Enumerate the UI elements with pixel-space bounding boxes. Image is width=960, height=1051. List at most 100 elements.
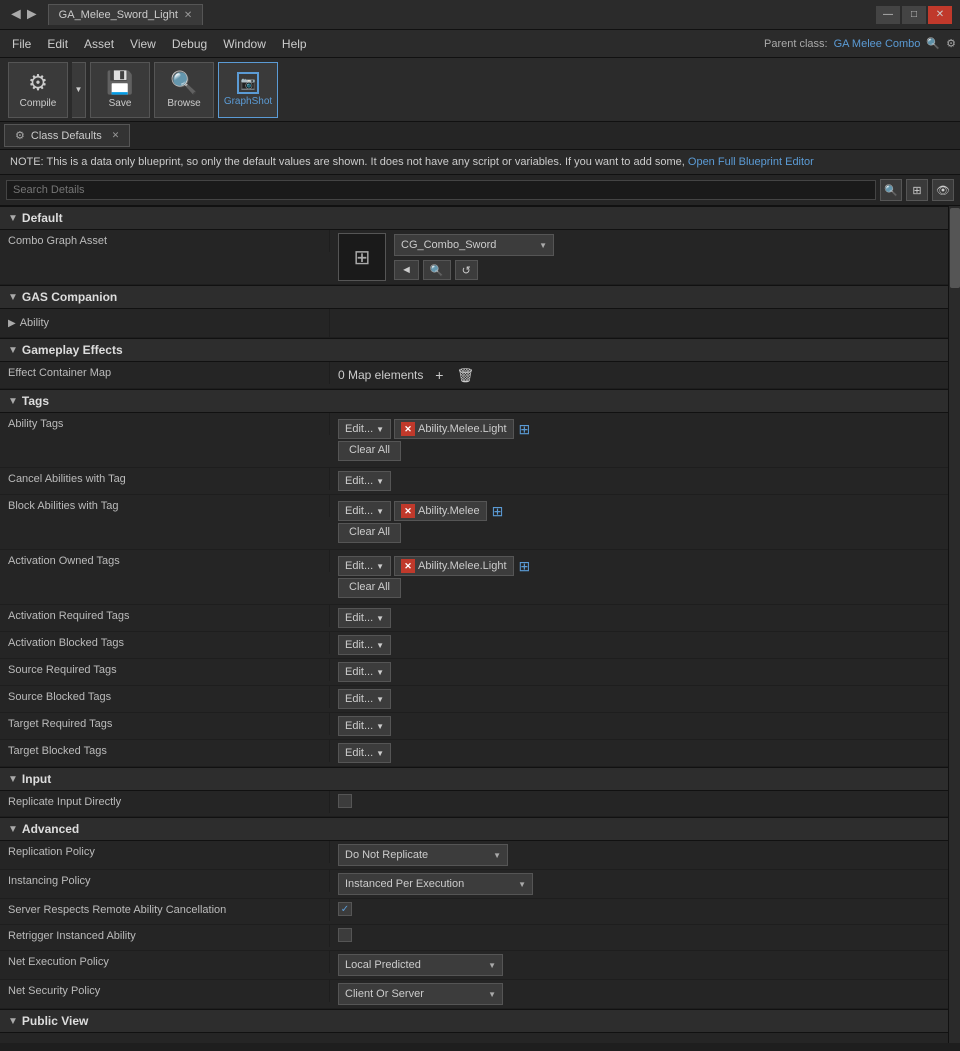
- activation-owned-line1: Edit... ▼ ✕ Ability.Melee.Light ⊞: [338, 556, 530, 576]
- instancing-policy-value: Instanced Per Execution ▼: [330, 870, 948, 898]
- ability-tag-remove-button[interactable]: ✕: [401, 422, 415, 436]
- asset-controls: CG_Combo_Sword ▼ ◄ 🔍 ↺: [394, 234, 554, 280]
- target-required-label: Target Required Tags: [0, 713, 330, 735]
- activation-owned-clear-button[interactable]: Clear All: [338, 578, 401, 598]
- activation-owned-edit-button[interactable]: Edit... ▼: [338, 556, 391, 576]
- graphshot-button[interactable]: 📷 GraphShot: [218, 62, 278, 118]
- server-respects-checkbox[interactable]: [338, 902, 352, 916]
- section-input[interactable]: ▼ Input: [0, 767, 948, 791]
- block-abilities-group: Edit... ▼ ✕ Ability.Melee ⊞ Clear All: [338, 498, 503, 546]
- combo-graph-value: CG_Combo_Sword: [401, 239, 496, 251]
- source-required-edit-label: Edit...: [345, 666, 373, 678]
- combo-graph-dropdown[interactable]: CG_Combo_Sword ▼: [394, 234, 554, 256]
- section-tags[interactable]: ▼ Tags: [0, 389, 948, 413]
- block-ability-tag-remove-button[interactable]: ✕: [401, 504, 415, 518]
- ability-expand-icon[interactable]: ▶: [8, 318, 16, 329]
- prop-source-blocked: Source Blocked Tags Edit... ▼: [0, 686, 948, 713]
- asset-reset-button[interactable]: ↺: [455, 260, 478, 280]
- asset-browse-button[interactable]: 🔍: [423, 260, 451, 280]
- section-gas-companion[interactable]: ▼ GAS Companion: [0, 285, 948, 309]
- cancel-abilities-edit-button[interactable]: Edit... ▼: [338, 471, 391, 491]
- search-submit-button[interactable]: 🔍: [880, 179, 902, 201]
- activation-required-edit-button[interactable]: Edit... ▼: [338, 608, 391, 628]
- open-blueprint-link[interactable]: Open Full Blueprint Editor: [688, 156, 814, 168]
- view-options-button[interactable]: ⊞: [906, 179, 928, 201]
- section-default[interactable]: ▼ Default: [0, 206, 948, 230]
- ability-tags-edit-button[interactable]: Edit... ▼: [338, 419, 391, 439]
- title-tab[interactable]: GA_Melee_Sword_Light ✕: [48, 4, 204, 25]
- prop-retrigger: Retrigger Instanced Ability: [0, 925, 948, 951]
- minimize-button[interactable]: —: [876, 6, 900, 24]
- effect-container-label: Effect Container Map: [0, 362, 330, 384]
- ability-row: ▶ Ability: [8, 314, 321, 332]
- net-execution-arrow-icon: ▼: [488, 961, 496, 970]
- search-icon[interactable]: 🔍: [926, 37, 940, 50]
- target-blocked-value: Edit... ▼: [330, 740, 948, 766]
- combo-graph-asset-value: ⊞ CG_Combo_Sword ▼ ◄ 🔍 ↺: [330, 230, 948, 284]
- menu-asset[interactable]: Asset: [76, 33, 122, 55]
- section-tags-arrow: ▼: [8, 396, 18, 407]
- save-button[interactable]: 💾 Save: [90, 62, 150, 118]
- browse-button[interactable]: 🔍 Browse: [154, 62, 214, 118]
- net-security-label: Net Security Policy: [0, 980, 330, 1002]
- compile-dropdown-arrow[interactable]: ▼: [72, 62, 86, 118]
- close-window-button[interactable]: ✕: [928, 6, 952, 24]
- net-execution-dropdown[interactable]: Local Predicted ▼: [338, 954, 503, 976]
- combo-graph-arrow-icon: ▼: [539, 241, 547, 250]
- settings-icon[interactable]: ⚙: [946, 37, 956, 50]
- menu-edit[interactable]: Edit: [39, 33, 76, 55]
- retrigger-checkbox[interactable]: [338, 928, 352, 942]
- target-required-edit-button[interactable]: Edit... ▼: [338, 716, 391, 736]
- server-respects-value: [330, 899, 948, 919]
- menu-debug[interactable]: Debug: [164, 33, 215, 55]
- cancel-abilities-edit-label: Edit...: [345, 475, 373, 487]
- source-blocked-edit-button[interactable]: Edit... ▼: [338, 689, 391, 709]
- asset-btn-row: ◄ 🔍 ↺: [394, 260, 554, 280]
- net-security-dropdown[interactable]: Client Or Server ▼: [338, 983, 503, 1005]
- title-tab-close-icon[interactable]: ✕: [184, 10, 192, 21]
- replication-policy-dropdown[interactable]: Do Not Replicate ▼: [338, 844, 508, 866]
- section-gameplay-effects[interactable]: ▼ Gameplay Effects: [0, 338, 948, 362]
- block-abilities-clear-button[interactable]: Clear All: [338, 523, 401, 543]
- combo-asset-row: ⊞ CG_Combo_Sword ▼ ◄ 🔍 ↺: [338, 233, 554, 281]
- scrollbar-thumb[interactable]: [950, 208, 960, 288]
- block-abilities-edit-button[interactable]: Edit... ▼: [338, 501, 391, 521]
- map-elements-text: 0 Map elements: [338, 368, 423, 382]
- section-tags-label: Tags: [22, 394, 49, 408]
- target-blocked-edit-button[interactable]: Edit... ▼: [338, 743, 391, 763]
- ability-tags-value: Edit... ▼ ✕ Ability.Melee.Light ⊞ Clear …: [330, 413, 948, 467]
- ability-tags-clear-button[interactable]: Clear All: [338, 441, 401, 461]
- instancing-policy-dropdown[interactable]: Instanced Per Execution ▼: [338, 873, 533, 895]
- activation-owned-remove-button[interactable]: ✕: [401, 559, 415, 573]
- prop-net-security: Net Security Policy Client Or Server ▼: [0, 980, 948, 1009]
- asset-navigate-button[interactable]: ◄: [394, 260, 419, 280]
- menu-file[interactable]: File: [4, 33, 39, 55]
- section-advanced[interactable]: ▼ Advanced: [0, 817, 948, 841]
- block-ability-tags-expand-icon[interactable]: ⊞: [492, 503, 504, 520]
- menu-help[interactable]: Help: [274, 33, 315, 55]
- menu-view[interactable]: View: [122, 33, 164, 55]
- remove-map-element-button[interactable]: 🗑: [455, 365, 475, 385]
- parent-class-link[interactable]: GA Melee Combo: [834, 38, 921, 50]
- net-security-value: Client Or Server ▼: [330, 980, 948, 1008]
- ability-tags-expand-icon[interactable]: ⊞: [519, 421, 531, 438]
- filter-button[interactable]: 👁: [932, 179, 954, 201]
- tab-close-icon[interactable]: ✕: [112, 130, 120, 141]
- ability-tags-group: Edit... ▼ ✕ Ability.Melee.Light ⊞ Clear …: [338, 416, 530, 464]
- section-gas-companion-arrow: ▼: [8, 292, 18, 303]
- activation-owned-expand-icon[interactable]: ⊞: [519, 558, 531, 575]
- activation-blocked-edit-button[interactable]: Edit... ▼: [338, 635, 391, 655]
- scrollbar[interactable]: [948, 206, 960, 1043]
- target-blocked-edit-label: Edit...: [345, 747, 373, 759]
- menu-window[interactable]: Window: [215, 33, 274, 55]
- add-map-element-button[interactable]: +: [429, 365, 449, 385]
- compile-button[interactable]: ⚙ Compile: [8, 62, 68, 118]
- replicate-input-checkbox[interactable]: [338, 794, 352, 808]
- prop-cancel-abilities: Cancel Abilities with Tag Edit... ▼: [0, 468, 948, 495]
- section-public-view[interactable]: ▼ Public View: [0, 1009, 948, 1033]
- tab-class-defaults[interactable]: ⚙ Class Defaults ✕: [4, 124, 130, 147]
- source-required-edit-button[interactable]: Edit... ▼: [338, 662, 391, 682]
- search-input[interactable]: [6, 180, 876, 200]
- activation-owned-line2: Clear All: [338, 578, 530, 598]
- maximize-button[interactable]: □: [902, 6, 926, 24]
